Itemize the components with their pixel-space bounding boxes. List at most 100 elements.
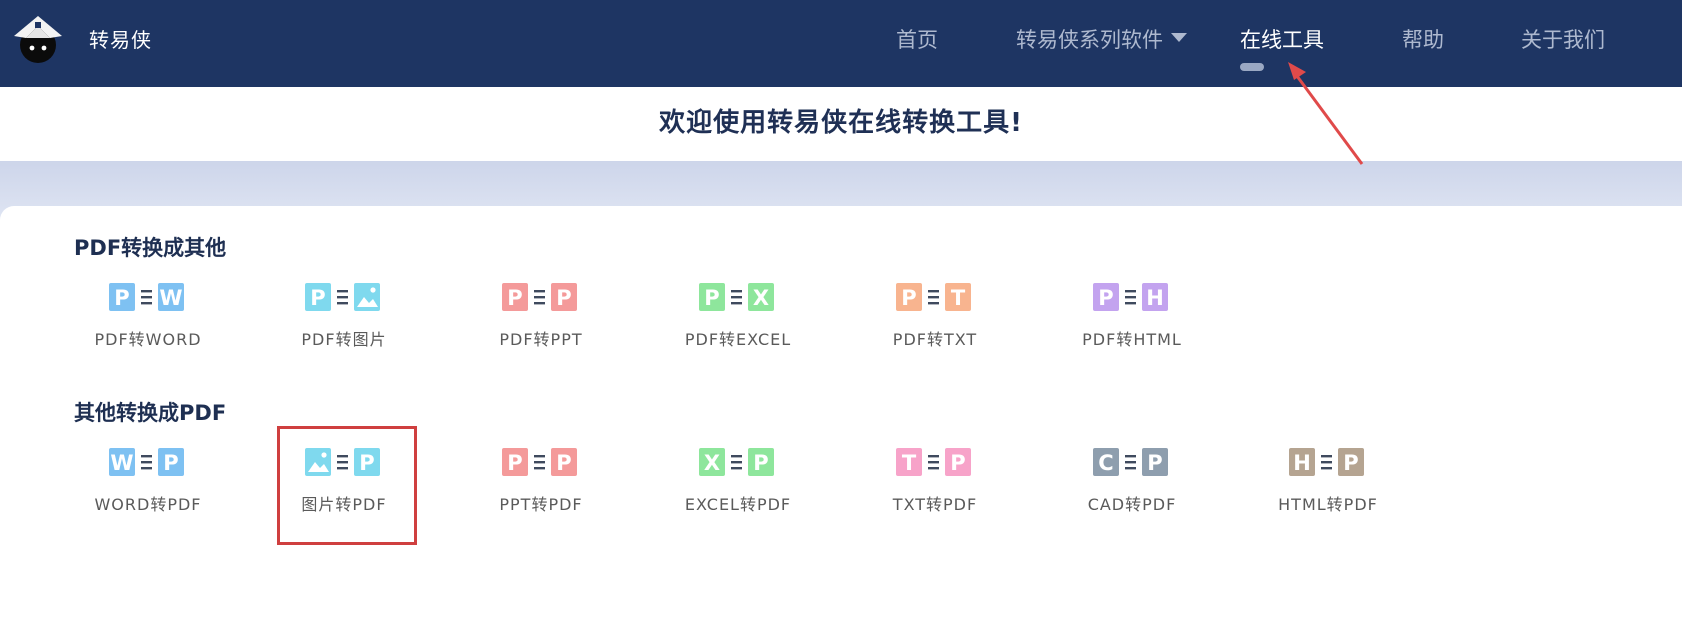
highlight-box-image-to-pdf xyxy=(277,426,417,545)
convert-lines-icon xyxy=(1321,461,1332,464)
tool-label: WORD转PDF xyxy=(94,495,202,514)
tool-txt-to-pdf[interactable]: T P TXT转PDF xyxy=(845,447,1025,527)
tool-label: HTML转PDF xyxy=(1278,495,1378,514)
convert-lines-icon xyxy=(534,296,545,299)
conversion-icon: PP xyxy=(502,283,577,311)
convert-lines-icon xyxy=(141,455,152,458)
nav-item-software-series-label: 转易侠系列软件 xyxy=(1016,28,1163,52)
target-badge: H xyxy=(1142,283,1168,311)
conversion-icon: HP xyxy=(1289,448,1364,476)
badge-letter: P xyxy=(901,286,916,310)
badge-letter: W xyxy=(159,286,182,310)
tool-pdf-to-ppt[interactable]: P P PDF转PPT xyxy=(451,282,631,362)
target-badge: P xyxy=(551,448,577,476)
convert-lines-icon xyxy=(141,461,152,464)
convert-lines-icon xyxy=(1125,467,1136,470)
convert-lines-icon xyxy=(337,290,348,293)
convert-lines-icon xyxy=(731,302,742,305)
convert-lines-icon xyxy=(928,461,939,464)
convert-lines-icon xyxy=(928,290,939,293)
badge-letter: P xyxy=(114,286,129,310)
badge-letter: P xyxy=(556,451,571,475)
nav-item-help[interactable]: 帮助 xyxy=(1402,24,1444,54)
convert-lines-icon xyxy=(534,455,545,458)
convert-lines-icon xyxy=(141,302,152,305)
annotation-arrow-icon xyxy=(1288,62,1364,165)
target-badge: P xyxy=(748,448,774,476)
tool-label: EXCEL转PDF xyxy=(684,495,792,514)
target-badge: P xyxy=(158,448,184,476)
convert-lines-icon xyxy=(1125,302,1136,305)
source-badge: H xyxy=(1289,448,1315,476)
badge-letter: W xyxy=(110,451,133,475)
tool-pdf-to-excel[interactable]: P X PDF转EXCEL xyxy=(648,282,828,362)
convert-lines-icon xyxy=(141,467,152,470)
convert-lines-icon xyxy=(337,296,348,299)
section-title-pdf-to-other: PDF转换成其他 xyxy=(74,236,227,260)
badge-letter: P xyxy=(163,451,178,475)
convert-lines-icon xyxy=(1321,455,1332,458)
target-badge: P xyxy=(1142,448,1168,476)
tool-pdf-to-word[interactable]: P W PDF转WORD xyxy=(58,282,238,362)
convert-lines-icon xyxy=(141,296,152,299)
source-badge: P xyxy=(1093,283,1119,311)
source-badge: P xyxy=(305,283,331,311)
badge-letter: P xyxy=(753,451,768,475)
nav-item-software-series[interactable]: 转易侠系列软件 xyxy=(1016,24,1187,54)
tool-label: PDF转EXCEL xyxy=(684,330,792,349)
convert-lines-icon xyxy=(731,461,742,464)
convert-lines-icon xyxy=(534,302,545,305)
tool-pdf-to-html[interactable]: P H PDF转HTML xyxy=(1042,282,1222,362)
tool-pdf-to-txt[interactable]: P T PDF转TXT xyxy=(845,282,1025,362)
conversion-icon: TP xyxy=(896,448,971,476)
badge-letter: P xyxy=(704,286,719,310)
target-badge: P xyxy=(551,283,577,311)
tool-label: PDF转WORD xyxy=(94,330,202,349)
conversion-icon: PT xyxy=(896,283,971,311)
tool-label: PDF转图片 xyxy=(301,330,387,349)
nav-item-online-tools[interactable]: 在线工具 xyxy=(1240,24,1324,54)
badge-letter: C xyxy=(1098,451,1113,475)
tool-word-to-pdf[interactable]: W P WORD转PDF xyxy=(58,447,238,527)
tool-cad-to-pdf[interactable]: C P CAD转PDF xyxy=(1042,447,1222,527)
tool-excel-to-pdf[interactable]: X P EXCEL转PDF xyxy=(648,447,828,527)
tool-ppt-to-pdf[interactable]: P P PPT转PDF xyxy=(451,447,631,527)
tool-pdf-to-image[interactable]: P PDF转图片 xyxy=(254,282,434,362)
nav-item-home[interactable]: 首页 xyxy=(896,24,938,54)
convert-lines-icon xyxy=(534,290,545,293)
convert-lines-icon xyxy=(928,455,939,458)
tool-label: CAD转PDF xyxy=(1087,495,1177,514)
badge-letter: T xyxy=(902,451,917,475)
tool-label: PDF转HTML xyxy=(1082,330,1182,349)
convert-lines-icon xyxy=(928,296,939,299)
image-icon xyxy=(354,283,380,311)
badge-letter: P xyxy=(1098,286,1113,310)
conversion-icon: CP xyxy=(1093,448,1168,476)
main-nav: 首页 转易侠系列软件 在线工具 帮助 关于我们 xyxy=(0,24,1682,74)
badge-letter: P xyxy=(556,286,571,310)
conversion-icon: PH xyxy=(1093,283,1168,311)
conversion-icon: XP xyxy=(699,448,774,476)
page-title: 欢迎使用转易侠在线转换工具! xyxy=(659,108,1023,138)
source-badge: P xyxy=(699,283,725,311)
badge-letter: P xyxy=(1343,451,1358,475)
convert-lines-icon xyxy=(1125,461,1136,464)
conversion-icon: P xyxy=(305,283,380,311)
active-nav-indicator xyxy=(1240,63,1264,71)
target-badge: P xyxy=(945,448,971,476)
convert-lines-icon xyxy=(731,467,742,470)
convert-lines-icon xyxy=(1125,455,1136,458)
convert-lines-icon xyxy=(337,302,348,305)
chevron-down-icon xyxy=(1171,33,1187,42)
convert-lines-icon xyxy=(534,467,545,470)
nav-item-about-us[interactable]: 关于我们 xyxy=(1521,24,1605,54)
target-badge: P xyxy=(1338,448,1364,476)
badge-letter: X xyxy=(753,286,769,310)
source-badge: C xyxy=(1093,448,1119,476)
badge-letter: T xyxy=(951,286,966,310)
welcome-banner: 欢迎使用转易侠在线转换工具! xyxy=(0,87,1682,161)
source-badge: P xyxy=(109,283,135,311)
target-badge: T xyxy=(945,283,971,311)
badge-letter: H xyxy=(1146,286,1164,310)
tool-html-to-pdf[interactable]: H P HTML转PDF xyxy=(1238,447,1418,527)
